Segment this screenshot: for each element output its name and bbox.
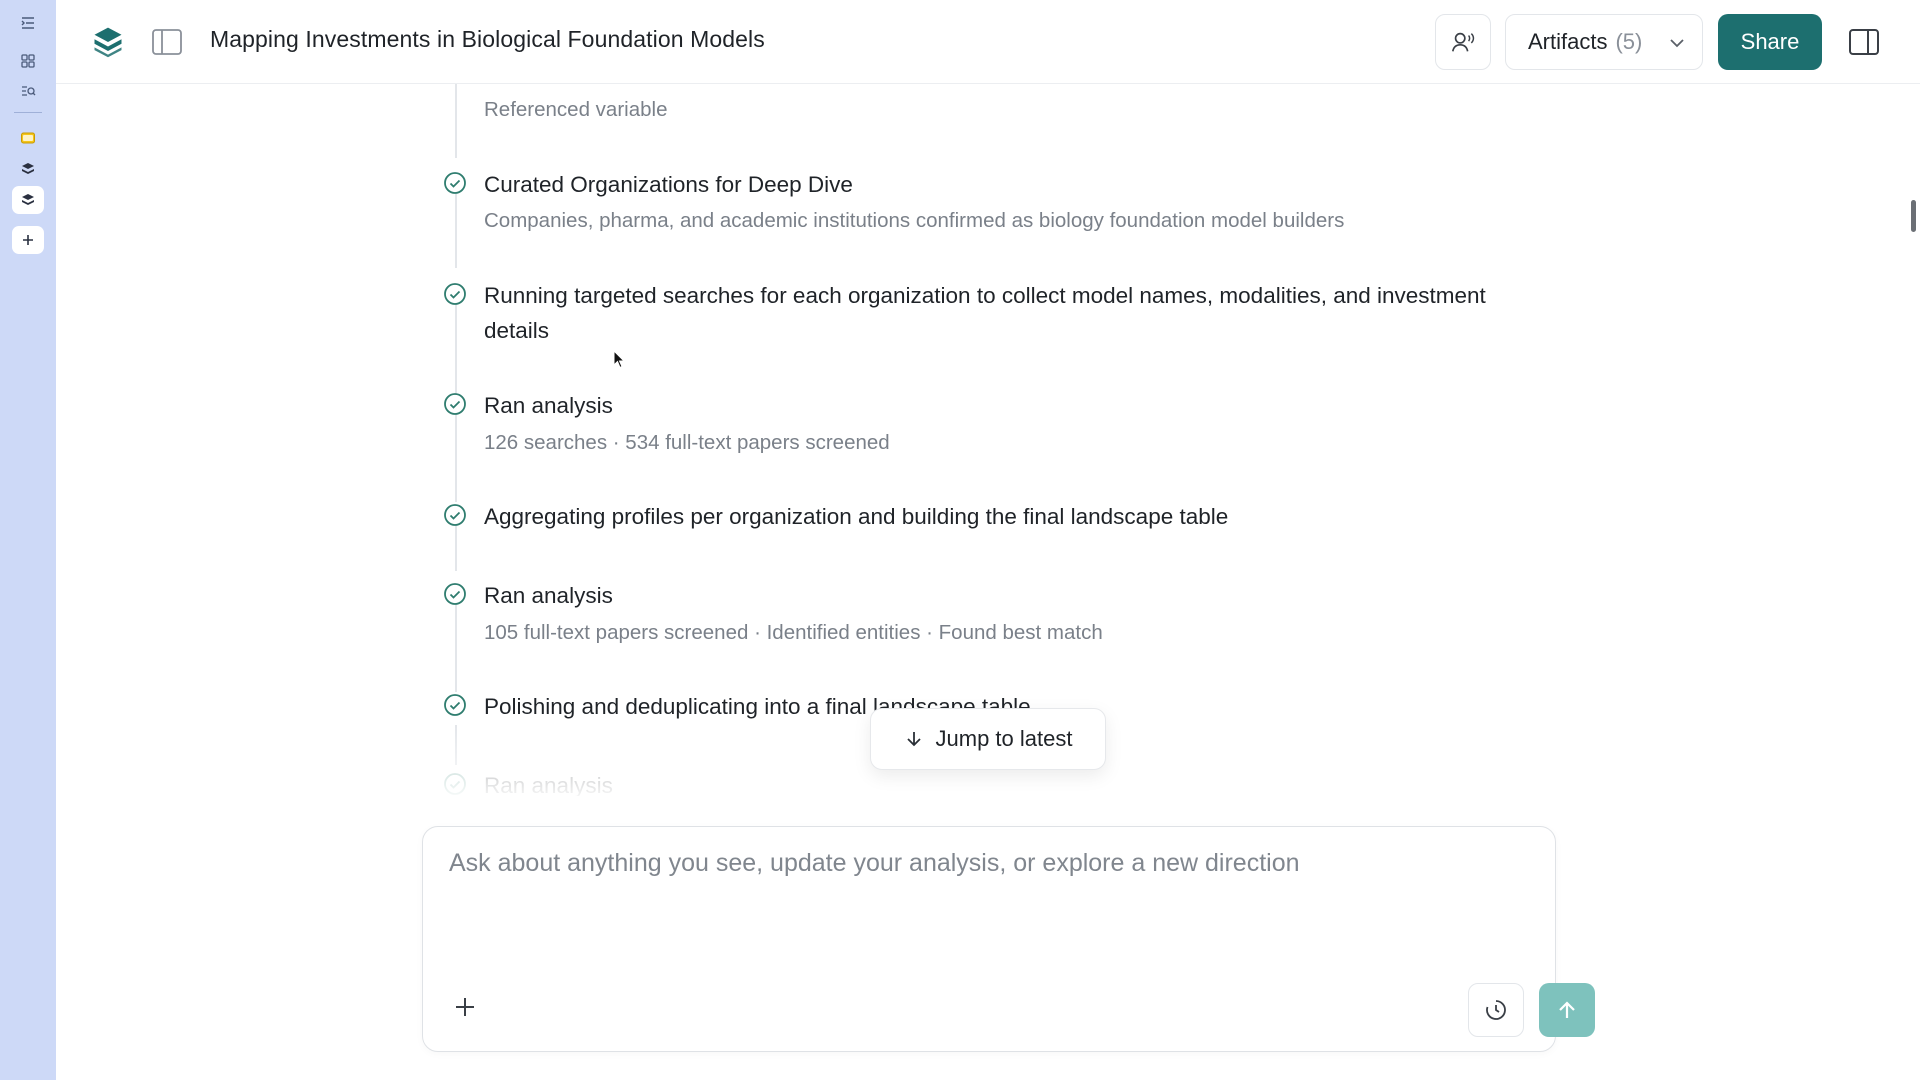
step-title[interactable]: Aggregating profiles per organization an…: [484, 499, 1524, 534]
panel-right-icon: [1849, 29, 1879, 55]
rail-workspace-1[interactable]: [12, 155, 44, 183]
chat-input[interactable]: [449, 849, 1529, 969]
rail-grid-button[interactable]: [12, 47, 44, 75]
rail-project-yellow[interactable]: [12, 124, 44, 152]
scrollbar-thumb[interactable]: [1911, 200, 1916, 232]
send-button[interactable]: [1539, 983, 1595, 1037]
check-circle-icon: [444, 172, 466, 194]
timeline-connector: [455, 194, 457, 268]
step-title[interactable]: Ran analysis: [484, 768, 1524, 796]
app-logo[interactable]: [88, 22, 128, 62]
left-rail: [0, 0, 56, 1080]
step-title[interactable]: Running targeted searches for each organ…: [484, 278, 1524, 348]
check-circle-icon: [444, 773, 466, 795]
search-list-icon: [22, 86, 36, 96]
artifacts-count: (5): [1615, 29, 1643, 54]
timeline-connector: [455, 84, 457, 158]
check-circle-icon: [444, 283, 466, 305]
voice-button[interactable]: [1435, 14, 1491, 70]
logo-small-icon: [22, 163, 34, 174]
analysis-timeline: Referenced variable Curated Organization…: [56, 84, 1920, 796]
timeline-connector: [455, 414, 457, 502]
check-circle-icon: [444, 583, 466, 605]
timer-icon: [1486, 1000, 1506, 1020]
step-subtitle: Referenced variable: [484, 98, 668, 121]
share-button[interactable]: Share: [1718, 14, 1822, 70]
timeline-connector: [455, 525, 457, 571]
arrow-up-icon: [1559, 1001, 1575, 1018]
check-circle-icon: [444, 393, 466, 415]
collapse-rail-button[interactable]: [12, 9, 44, 37]
check-circle-icon: [444, 694, 466, 716]
main-area: Mapping Investments in Biological Founda…: [56, 0, 1920, 1080]
sidebar-toggle-button[interactable]: [152, 27, 182, 57]
timeline-connector: [455, 725, 457, 765]
mouse-cursor-icon: [613, 350, 626, 369]
step-title[interactable]: Curated Organizations for Deep Dive: [484, 167, 1524, 202]
chat-composer: [422, 826, 1595, 1052]
logo-small-icon: [22, 194, 34, 205]
rail-search-button[interactable]: [12, 77, 44, 105]
right-panel-toggle[interactable]: [1848, 26, 1880, 58]
schedule-button[interactable]: [1468, 983, 1524, 1037]
plus-icon: [23, 235, 33, 245]
rail-add-button[interactable]: [12, 226, 44, 254]
artifacts-dropdown[interactable]: Artifacts (5): [1505, 14, 1703, 70]
jump-label: Jump to latest: [935, 726, 1073, 751]
grid-icon: [21, 54, 35, 68]
top-header: Mapping Investments in Biological Founda…: [56, 0, 1920, 84]
step-subtitle: Companies, pharma, and academic institut…: [484, 209, 1345, 232]
attach-button[interactable]: [447, 989, 483, 1025]
timeline-connector: [455, 604, 457, 692]
chevron-down-icon: [1670, 39, 1684, 48]
plus-icon: [456, 998, 474, 1016]
step-title[interactable]: Ran analysis: [484, 388, 1524, 423]
sidebar-icon: [152, 29, 182, 55]
jump-to-latest-button[interactable]: Jump to latest: [870, 708, 1106, 770]
artifacts-label: Artifacts: [1528, 29, 1608, 54]
arrow-down-icon: [906, 732, 921, 747]
step-subtitle: 105 full-text papers screened · Identifi…: [484, 621, 1103, 644]
timeline-connector: [455, 304, 457, 404]
step-title[interactable]: Ran analysis: [484, 578, 1524, 613]
folder-icon: [21, 132, 35, 144]
app-logo-icon: [94, 27, 122, 58]
step-subtitle: 126 searches · 534 full-text papers scre…: [484, 431, 890, 454]
page-title: Mapping Investments in Biological Founda…: [210, 26, 765, 52]
list-indent-icon: [21, 17, 34, 29]
rail-divider: [14, 112, 42, 113]
check-circle-icon: [444, 504, 466, 526]
voice-person-icon: [1451, 32, 1475, 52]
rail-workspace-active[interactable]: [12, 186, 44, 214]
